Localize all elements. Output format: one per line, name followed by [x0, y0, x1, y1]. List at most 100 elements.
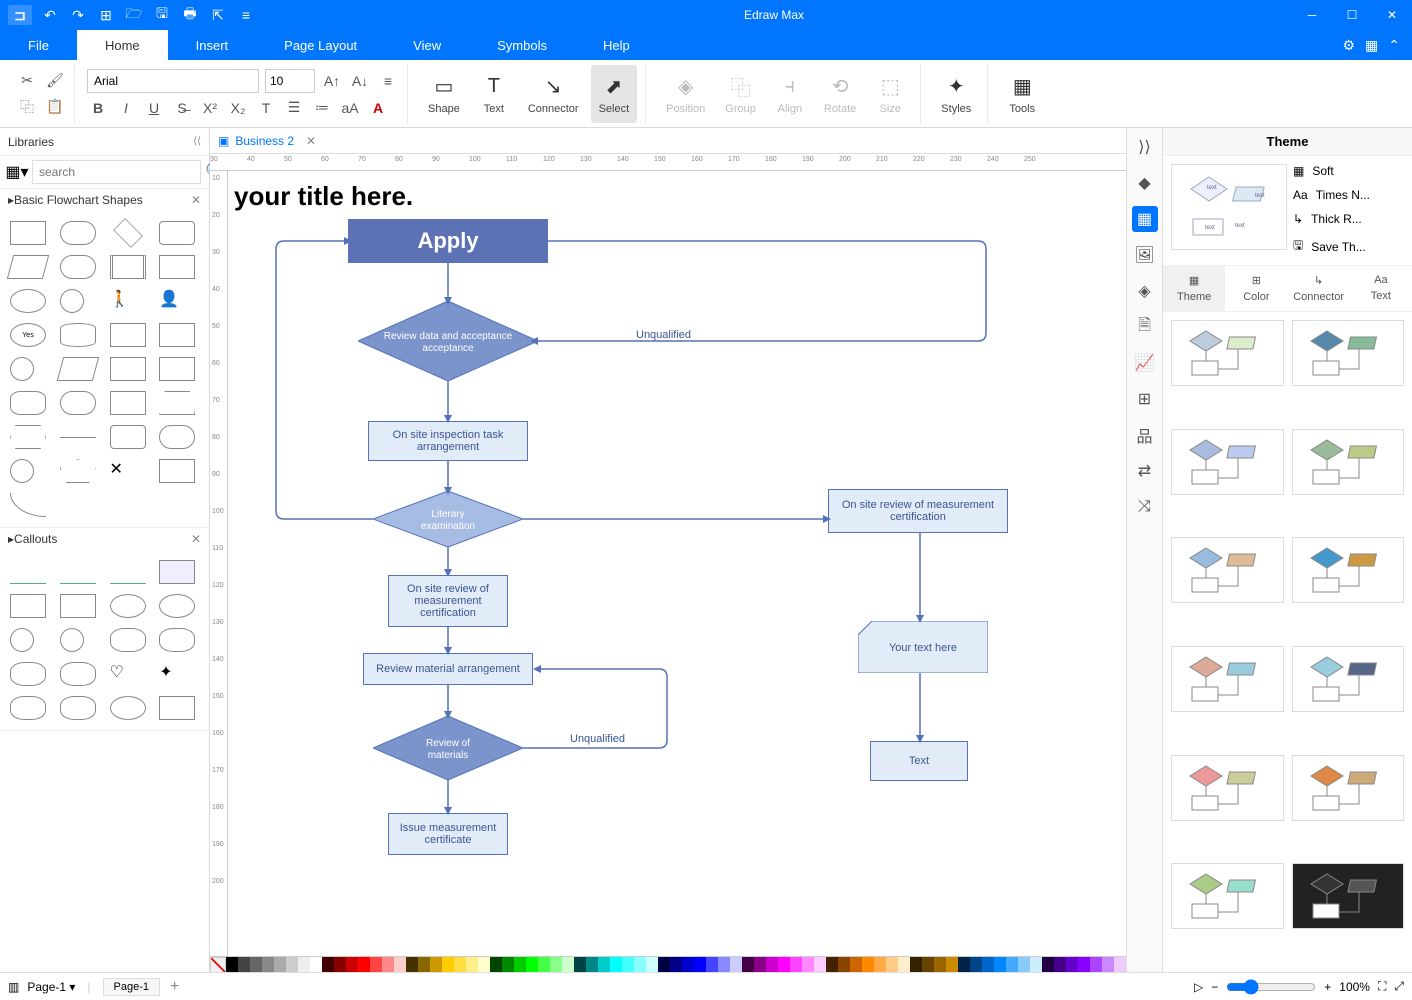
menu-home[interactable]: Home	[77, 30, 168, 60]
shape-callout2[interactable]	[110, 425, 146, 449]
zoom-slider[interactable]	[1226, 979, 1316, 995]
page-icon[interactable]: 🗎	[1132, 314, 1158, 340]
color-swatch[interactable]	[1102, 957, 1114, 972]
settings-icon[interactable]: ⚙	[1342, 37, 1355, 54]
color-swatch[interactable]	[514, 957, 526, 972]
canvas[interactable]: your title here. Apply Review data and a…	[228, 171, 1126, 956]
callout-cloud2[interactable]	[159, 628, 195, 652]
node-onsite-task[interactable]: On site inspection task arrangement	[368, 421, 528, 461]
fit-page-icon[interactable]: ⛶	[1378, 979, 1386, 994]
color-swatch[interactable]	[982, 957, 994, 972]
shape-tool[interactable]: ▭Shape	[420, 65, 468, 123]
swap-icon[interactable]: ⇄	[1132, 458, 1158, 484]
new-icon[interactable]: ⊞	[96, 5, 116, 25]
callout-burst1[interactable]	[10, 662, 46, 686]
shape-tape[interactable]	[159, 357, 195, 381]
bullets-icon[interactable]: ≔	[311, 97, 333, 119]
callout-bubble1[interactable]	[10, 628, 34, 652]
color-swatch[interactable]	[646, 957, 658, 972]
color-swatch[interactable]	[430, 957, 442, 972]
subscript-icon[interactable]: X₂	[227, 97, 249, 119]
color-swatch[interactable]	[718, 957, 730, 972]
color-swatch[interactable]	[802, 957, 814, 972]
qat-more-icon[interactable]: ≡	[236, 5, 256, 25]
shape-arc[interactable]	[10, 493, 46, 517]
color-swatch[interactable]	[562, 957, 574, 972]
zoom-out-button[interactable]: −	[1211, 980, 1218, 994]
color-swatch[interactable]	[790, 957, 802, 972]
color-swatch[interactable]	[310, 957, 322, 972]
layers-icon[interactable]: ◈	[1132, 278, 1158, 304]
theme-thumbnail[interactable]	[1171, 537, 1284, 603]
color-swatch[interactable]	[862, 957, 874, 972]
shape-x[interactable]: ✕	[110, 459, 146, 483]
color-swatch[interactable]	[298, 957, 310, 972]
color-swatch[interactable]	[994, 957, 1006, 972]
shape-pentagon[interactable]	[60, 459, 96, 483]
no-color-swatch[interactable]	[210, 957, 226, 972]
theme-opt-soft[interactable]: ▦Soft	[1293, 164, 1404, 178]
format-painter-icon[interactable]: 🖌	[44, 70, 66, 92]
color-swatch[interactable]	[1030, 957, 1042, 972]
shape-diamond[interactable]	[113, 218, 143, 248]
collapse-ribbon-icon[interactable]: ⌃	[1388, 37, 1400, 54]
font-size-select[interactable]	[265, 69, 315, 93]
color-swatch[interactable]	[334, 957, 346, 972]
font-color-icon[interactable]: A	[367, 97, 389, 119]
node-your-text[interactable]: Your text here	[858, 621, 988, 673]
color-swatch[interactable]	[286, 957, 298, 972]
theme-thumbnail[interactable]	[1292, 320, 1405, 386]
theme-thumbnail[interactable]	[1171, 863, 1284, 929]
undo-icon[interactable]: ↶	[40, 5, 60, 25]
color-swatch[interactable]	[526, 957, 538, 972]
node-review-material-arr[interactable]: Review material arrangement	[363, 653, 533, 685]
org-icon[interactable]: 品	[1132, 422, 1158, 448]
node-issue-cert[interactable]: Issue measurement certificate	[388, 813, 508, 855]
color-swatch[interactable]	[958, 957, 970, 972]
color-swatch[interactable]	[814, 957, 826, 972]
shape-terminator[interactable]	[159, 425, 195, 449]
color-swatch[interactable]	[502, 957, 514, 972]
color-swatch[interactable]	[898, 957, 910, 972]
add-page-button[interactable]: +	[170, 978, 179, 996]
paste-icon[interactable]: 📋	[44, 96, 66, 118]
callout-misc2[interactable]	[60, 696, 96, 720]
shape-connector[interactable]	[10, 357, 34, 381]
close-category-icon[interactable]: ✕	[191, 193, 201, 207]
close-button[interactable]: ✕	[1372, 0, 1412, 30]
color-swatch[interactable]	[766, 957, 778, 972]
color-swatch[interactable]	[910, 957, 922, 972]
library-search-input[interactable]	[32, 160, 201, 184]
decrease-font-icon[interactable]: A↓	[349, 70, 371, 92]
color-swatch[interactable]	[550, 957, 562, 972]
node-review-materials[interactable]: Review ofmaterials	[373, 716, 523, 780]
color-swatch[interactable]	[238, 957, 250, 972]
shape-wave2[interactable]	[60, 391, 96, 415]
category-basic-flowchart[interactable]: ▸ Basic Flowchart Shapes ✕	[0, 189, 209, 211]
text-highlight-icon[interactable]: T	[255, 97, 277, 119]
document-tab[interactable]: ▣ Business 2 ✕	[210, 128, 324, 154]
menu-page-layout[interactable]: Page Layout	[256, 30, 385, 60]
color-swatch[interactable]	[610, 957, 622, 972]
color-swatch[interactable]	[970, 957, 982, 972]
theme-opt-connector[interactable]: ↳Thick R...	[1293, 212, 1404, 226]
color-swatch[interactable]	[274, 957, 286, 972]
color-swatch[interactable]	[634, 957, 646, 972]
color-swatch[interactable]	[946, 957, 958, 972]
color-swatch[interactable]	[358, 957, 370, 972]
callout-misc3[interactable]	[110, 696, 146, 720]
color-swatch[interactable]	[1042, 957, 1054, 972]
increase-font-icon[interactable]: A↑	[321, 70, 343, 92]
color-swatch[interactable]	[478, 957, 490, 972]
shape-line[interactable]	[60, 437, 96, 438]
node-text[interactable]: Text	[870, 741, 968, 781]
theme-thumbnail[interactable]	[1292, 429, 1405, 495]
color-swatch[interactable]	[730, 957, 742, 972]
color-swatch[interactable]	[370, 957, 382, 972]
open-icon[interactable]: 🗁	[124, 5, 144, 25]
callout-misc4[interactable]	[159, 696, 195, 720]
callout-star[interactable]: ✦	[159, 662, 195, 686]
library-menu-icon[interactable]: ▦▾	[6, 161, 28, 183]
color-swatch[interactable]	[658, 957, 670, 972]
color-swatch[interactable]	[754, 957, 766, 972]
